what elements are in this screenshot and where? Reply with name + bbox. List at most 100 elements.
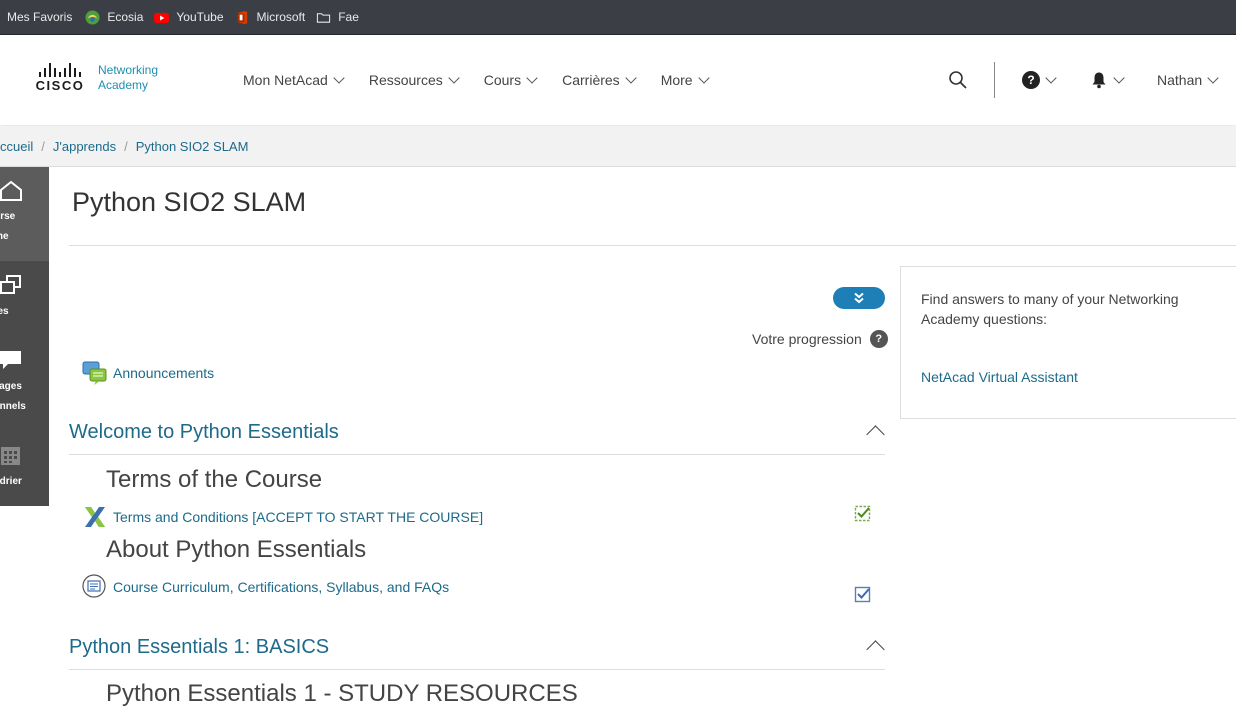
section-title[interactable]: Welcome to Python Essentials <box>69 421 339 444</box>
nav-label: Mon NetAcad <box>243 72 328 88</box>
chevron-down-icon <box>1045 72 1057 84</box>
nav-label: More <box>660 72 693 88</box>
sidebar-label: endrier <box>0 476 22 487</box>
logo-line-2: Academy <box>98 78 149 92</box>
folder-icon <box>317 12 331 23</box>
cisco-wordmark: CISCO <box>35 78 85 93</box>
activity-label: Course Curriculum, Certifications, Sylla… <box>113 579 450 595</box>
chevron-up-icon[interactable] <box>866 425 885 444</box>
notifications-button[interactable] <box>1090 35 1125 125</box>
breadcrumb: ccueil / J'apprends / Python SIO2 SLAM <box>0 126 1236 167</box>
section-divider <box>69 669 885 670</box>
scorm-package-icon <box>85 507 105 527</box>
main-nav: Mon NetAcad Ressources Cours Carrières M… <box>243 35 734 125</box>
chevron-down-icon <box>1113 72 1125 84</box>
nav-label: Ressources <box>368 72 443 88</box>
bell-icon <box>1092 72 1106 89</box>
microsoft-office-icon <box>237 10 247 24</box>
bookmark-label: Mes Favoris <box>7 10 73 24</box>
help-icon: ? <box>1022 71 1040 89</box>
activity-curriculum-link[interactable]: Course Curriculum, Certifications, Sylla… <box>82 574 449 600</box>
breadcrumb-accueil[interactable]: ccueil <box>0 139 33 154</box>
nav-label: Carrières <box>562 72 620 88</box>
calendar-icon <box>1 447 20 465</box>
progress-label: Votre progression <box>752 331 862 347</box>
announcements-link[interactable]: Announcements <box>82 360 214 386</box>
section-title[interactable]: Python Essentials 1: BASICS <box>69 636 329 659</box>
help-block: Find answers to many of your Networking … <box>900 266 1236 419</box>
bookmark-label: Ecosia <box>107 10 144 24</box>
double-chevron-down-icon <box>854 292 864 304</box>
ecosia-icon <box>85 9 100 25</box>
activity-label: Announcements <box>113 365 215 381</box>
sidebar-item-calendar[interactable]: endrier <box>0 431 49 506</box>
cisco-networking-academy-logo[interactable]: CISCO Networking Academy <box>30 63 158 93</box>
nav-ressources[interactable]: Ressources <box>368 72 460 88</box>
subsection-title: About Python Essentials <box>106 536 367 563</box>
help-block-text: Find answers to many of your Networking … <box>921 291 1179 327</box>
home-icon <box>0 180 22 201</box>
course-sidebar: ourse ome otes ssages sonnels endrier <box>0 167 49 506</box>
nav-cours[interactable]: Cours <box>483 72 538 88</box>
nav-carrieres[interactable]: Carrières <box>562 72 637 88</box>
section-divider <box>69 454 885 455</box>
chevron-down-icon <box>625 72 637 84</box>
help-menu-button[interactable]: ? <box>1022 35 1057 125</box>
subsection-title: Python Essentials 1 - STUDY RESOURCES <box>106 680 578 707</box>
chevron-down-icon <box>333 72 345 84</box>
header-divider <box>994 62 995 98</box>
subsection-title: Terms of the Course <box>106 466 323 493</box>
bookmark-ecosia[interactable]: Ecosia <box>85 9 144 25</box>
sidebar-label: sonnels <box>0 401 26 412</box>
bookmark-fae[interactable]: Fae <box>316 10 359 25</box>
cisco-logo: CISCO <box>30 63 90 93</box>
expand-all-button[interactable] <box>833 287 885 309</box>
logo-line-1: Networking <box>98 63 159 77</box>
sidebar-label: ourse <box>0 211 16 222</box>
chevron-up-icon[interactable] <box>866 640 885 659</box>
nav-label: Cours <box>483 72 522 88</box>
sidebar-item-notes[interactable]: otes <box>0 261 49 341</box>
nav-more[interactable]: More <box>660 72 710 88</box>
completion-checkbox-icon[interactable] <box>854 504 872 522</box>
progress-info: Votre progression ? <box>752 330 888 348</box>
progress-help-icon[interactable]: ? <box>869 330 888 348</box>
breadcrumb-separator: / <box>124 138 128 154</box>
sidebar-item-messages[interactable]: ssages sonnels <box>0 341 49 431</box>
page-title: Python SIO2 SLAM <box>72 187 307 217</box>
title-divider <box>69 245 1236 246</box>
notes-icon <box>0 275 21 294</box>
bookmark-microsoft[interactable]: Microsoft <box>235 10 306 25</box>
sidebar-label: ssages <box>0 381 22 392</box>
bookmark-mes-favoris[interactable]: Mes Favoris <box>7 10 72 24</box>
chevron-down-icon <box>448 72 460 84</box>
user-name: Nathan <box>1157 72 1203 88</box>
message-icon <box>0 351 21 369</box>
chevron-down-icon <box>526 72 538 84</box>
search-button[interactable] <box>948 35 968 125</box>
breadcrumb-japprends[interactable]: J'apprends <box>53 139 116 154</box>
chevron-down-icon <box>1207 72 1219 84</box>
youtube-icon <box>154 12 170 23</box>
bookmark-label: Fae <box>338 10 359 24</box>
user-menu-button[interactable]: Nathan <box>1157 35 1219 125</box>
completion-checkbox-icon[interactable] <box>854 585 872 603</box>
bookmark-label: Microsoft <box>256 10 306 24</box>
bookmark-label: YouTube <box>176 10 224 24</box>
bookmark-youtube[interactable]: YouTube <box>154 10 224 25</box>
virtual-assistant-link[interactable]: NetAcad Virtual Assistant <box>921 369 1078 385</box>
bookmarks-bar: Mes Favoris Ecosia YouTube Microsoft Fae <box>0 0 1236 35</box>
activity-terms-link[interactable]: Terms and Conditions [ACCEPT TO START TH… <box>82 504 483 530</box>
nav-mon-netacad[interactable]: Mon NetAcad <box>243 72 345 88</box>
breadcrumb-separator: / <box>41 138 45 154</box>
search-icon <box>949 71 967 89</box>
forum-icon <box>82 361 107 385</box>
sidebar-label: ome <box>0 231 9 242</box>
cisco-bars-icon <box>39 63 81 77</box>
site-header: CISCO Networking Academy Mon NetAcad Res… <box>0 35 1236 125</box>
chevron-down-icon <box>697 72 710 84</box>
page-resource-icon <box>82 574 106 598</box>
breadcrumb-current[interactable]: Python SIO2 SLAM <box>136 139 249 154</box>
sidebar-item-course-home[interactable]: ourse ome <box>0 167 49 261</box>
networking-academy-label: Networking Academy <box>98 63 158 93</box>
